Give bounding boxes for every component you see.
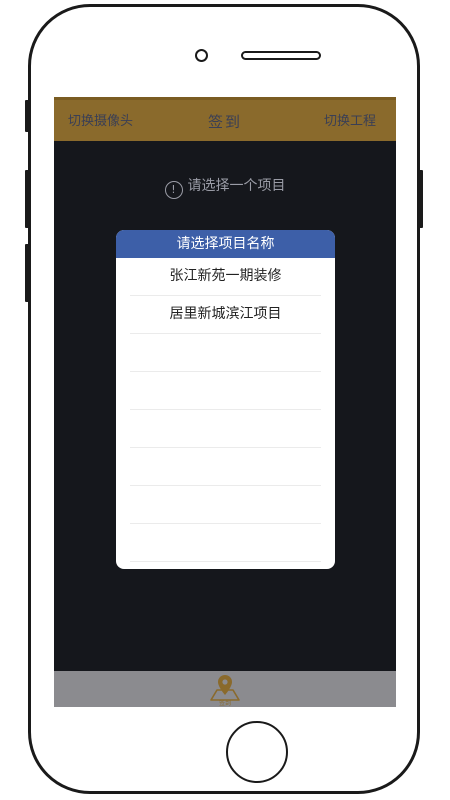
mute-switch — [25, 100, 29, 132]
project-item[interactable]: 居里新城滨江项目 — [130, 296, 321, 334]
empty-list-row[interactable] — [130, 410, 321, 448]
project-list: 张江新苑一期装修 居里新城滨江项目 — [116, 258, 335, 562]
switch-project-button[interactable]: 切换工程 — [324, 97, 376, 141]
empty-list-row[interactable] — [130, 372, 321, 410]
tab-bar: 签到 — [54, 671, 396, 707]
empty-list-row[interactable] — [130, 486, 321, 524]
nav-bar: 切换摄像头 签到 切换工程 — [54, 97, 396, 141]
volume-down-button — [25, 244, 29, 302]
front-camera — [195, 49, 208, 62]
tab-label-checkin[interactable]: 签到 — [54, 698, 396, 707]
power-button — [419, 170, 423, 228]
dialog-title: 请选择项目名称 — [116, 230, 335, 258]
empty-list-row[interactable] — [130, 334, 321, 372]
earpiece-speaker — [241, 51, 321, 60]
project-picker-dialog: 请选择项目名称 张江新苑一期装修 居里新城滨江项目 — [116, 230, 335, 569]
home-button[interactable] — [226, 721, 288, 783]
empty-list-row[interactable] — [130, 448, 321, 486]
project-item[interactable]: 张江新苑一期装修 — [130, 258, 321, 296]
notice-text: 请选择一个项目 — [187, 178, 286, 194]
notice-message: ! 请选择一个项目 — [54, 174, 396, 199]
empty-list-row[interactable] — [130, 524, 321, 562]
app-screen: 切换摄像头 签到 切换工程 ! 请选择一个项目 请选择项目名称 张江新苑一期装修 … — [54, 97, 396, 707]
info-icon: ! — [164, 181, 183, 199]
volume-up-button — [25, 170, 29, 228]
